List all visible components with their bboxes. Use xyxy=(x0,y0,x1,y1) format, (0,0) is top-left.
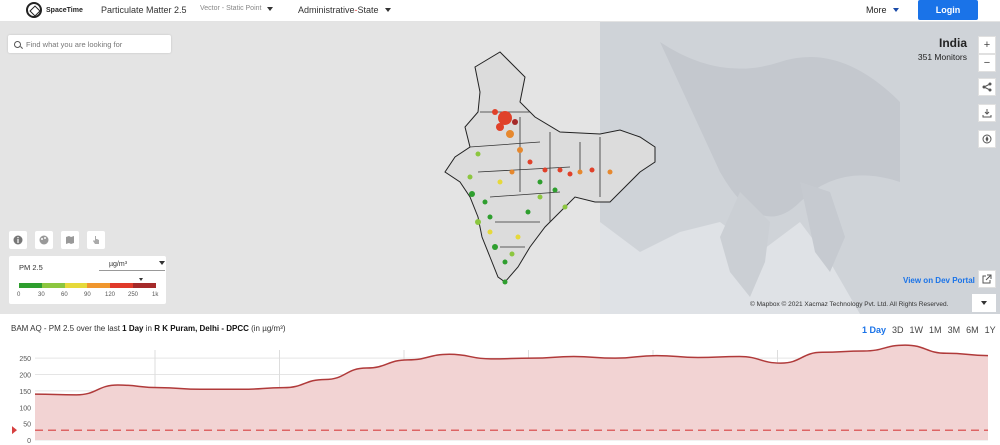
legend-swatch xyxy=(87,283,111,288)
hand-pointer-icon xyxy=(93,236,99,244)
unit-label: µg/m³ xyxy=(109,261,128,268)
basemap-button[interactable] xyxy=(61,231,79,249)
y-tick-label: 150 xyxy=(19,389,31,396)
legend-panel: PM 2.5 µg/m³ 0 30 60 90 120 250 1k xyxy=(9,256,166,304)
brand-logo[interactable]: SpaceTime xyxy=(26,2,83,18)
download-button[interactable] xyxy=(978,104,996,122)
chart-title-mid: in xyxy=(143,324,155,333)
top-header: SpaceTime Particulate Matter 2.5 Vector … xyxy=(0,0,1000,22)
legend-tick: 0 xyxy=(17,292,21,298)
tab-1w[interactable]: 1W xyxy=(910,325,924,335)
boundary-main-label: Administrative xyxy=(298,5,355,15)
chart-title-unit: (in µg/m³) xyxy=(248,324,286,333)
layer-type-selector[interactable]: Vector - Static Point xyxy=(200,5,274,12)
tab-1m[interactable]: 1M xyxy=(929,325,942,335)
chevron-down-icon xyxy=(384,8,391,12)
search-bar[interactable]: Find what you are looking for xyxy=(8,35,171,53)
external-link-icon xyxy=(982,274,992,284)
compass-button[interactable] xyxy=(978,130,996,148)
map-attribution: © Mapbox © 2021 Xacmaz Technology Pvt. L… xyxy=(750,301,949,308)
legend-tick: 60 xyxy=(61,292,68,298)
chevron-down-icon xyxy=(159,261,165,265)
legend-tick: 30 xyxy=(38,292,45,298)
share-button[interactable] xyxy=(978,78,996,96)
map-icon xyxy=(66,236,74,244)
monitor-count: 351 Monitors xyxy=(917,52,967,62)
info-button[interactable] xyxy=(9,231,27,249)
series-area xyxy=(35,345,988,440)
search-placeholder: Find what you are looking for xyxy=(26,39,123,49)
chart-title-period: 1 Day xyxy=(122,324,144,333)
zoom-in-button[interactable]: + xyxy=(978,36,996,54)
unit-selector[interactable]: µg/m³ xyxy=(99,261,165,271)
collapse-panel-button[interactable] xyxy=(972,294,996,312)
y-tick-label: 100 xyxy=(19,405,31,412)
select-tool-button[interactable] xyxy=(87,231,105,249)
share-icon xyxy=(982,82,992,92)
map-canvas[interactable]: Find what you are looking for India 351 … xyxy=(0,22,1000,314)
compass-icon xyxy=(982,134,992,144)
legend-swatch xyxy=(41,283,65,288)
tab-1y[interactable]: 1Y xyxy=(985,325,996,335)
chevron-down-icon xyxy=(981,301,987,305)
y-tick-label: 50 xyxy=(23,422,31,429)
legend-swatch xyxy=(19,283,42,288)
zoom-out-button[interactable]: − xyxy=(978,54,996,72)
download-icon xyxy=(982,109,992,118)
boundary-sub-label: State xyxy=(357,5,379,15)
legend-title: PM 2.5 xyxy=(19,263,43,272)
legend-tick: 250 xyxy=(128,292,139,298)
brand-name: SpaceTime xyxy=(46,6,83,14)
palette-icon xyxy=(39,235,49,245)
legend-swatch xyxy=(133,283,156,288)
external-link-button[interactable] xyxy=(978,270,996,288)
current-level-marker xyxy=(139,278,143,281)
y-tick-label: 250 xyxy=(19,356,31,363)
y-tick-label: 200 xyxy=(19,373,31,380)
dataset-selector[interactable]: Particulate Matter 2.5 xyxy=(101,5,187,15)
logo-icon xyxy=(26,2,42,18)
login-button[interactable]: Login xyxy=(918,0,978,20)
dataset-label: Particulate Matter 2.5 xyxy=(101,5,187,15)
layer-type-label: Vector - Static Point xyxy=(200,5,262,12)
time-range-tabs: 1 Day 3D 1W 1M 3M 6M 1Y xyxy=(862,325,996,335)
threshold-marker xyxy=(12,426,17,435)
more-menu[interactable]: More xyxy=(866,5,899,15)
more-label: More xyxy=(866,5,887,15)
tab-6m[interactable]: 6M xyxy=(966,325,979,335)
pm25-timeseries-chart[interactable]: 250 200 150 100 50 0 xyxy=(0,340,1000,445)
style-button[interactable] xyxy=(35,231,53,249)
tab-3d[interactable]: 3D xyxy=(892,325,904,335)
search-icon xyxy=(14,40,21,48)
tab-3m[interactable]: 3M xyxy=(948,325,961,335)
y-tick-label: 0 xyxy=(27,438,31,445)
boundary-selector[interactable]: Administrative - State xyxy=(298,5,391,15)
legend-color-bar xyxy=(19,283,156,288)
chevron-down-icon xyxy=(892,8,899,12)
region-summary: India 351 Monitors xyxy=(918,36,967,62)
legend-tick: 90 xyxy=(84,292,91,298)
chart-title: BAM AQ - PM 2.5 over the last 1 Day in R… xyxy=(11,324,285,333)
dev-portal-link[interactable]: View on Dev Portal xyxy=(903,276,975,285)
info-icon xyxy=(13,235,23,245)
tab-1-day[interactable]: 1 Day xyxy=(862,325,886,335)
legend-tick: 1k xyxy=(152,292,159,298)
chevron-down-icon xyxy=(267,6,274,11)
country-name: India xyxy=(938,36,967,50)
chart-title-prefix: BAM AQ - PM 2.5 over the last xyxy=(11,324,123,333)
chart-title-location: R K Puram, Delhi - DPCC xyxy=(154,324,249,333)
legend-swatch xyxy=(110,283,134,288)
legend-swatch xyxy=(64,283,88,288)
legend-tick: 120 xyxy=(105,292,116,298)
